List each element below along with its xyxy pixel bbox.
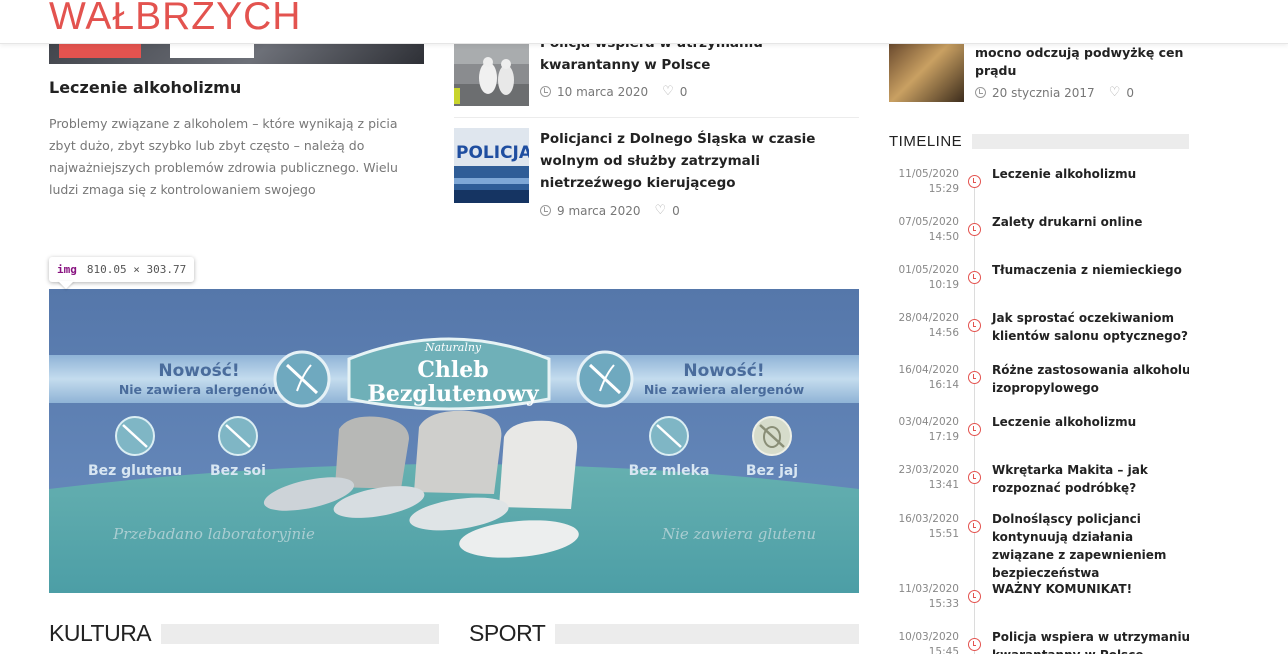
section-label[interactable]: SPORT xyxy=(469,620,546,647)
timeline-date: 03/04/2020 17:19 xyxy=(898,416,959,443)
news-meta: 10 marca 2020 ♡ 0 xyxy=(540,84,687,99)
clock-icon xyxy=(968,590,981,603)
timeline-date: 23/03/2020 13:41 xyxy=(898,464,959,491)
news-likes: 0 xyxy=(679,84,688,99)
category-tag[interactable] xyxy=(59,44,141,58)
banner-footer-right: Nie zawiera glutenu xyxy=(661,525,816,543)
gluten-free-bread-banner[interactable]: Naturalny Chleb Bezglutenowy Nowość! Nie… xyxy=(49,289,859,593)
news-meta: 9 marca 2020 ♡ 0 xyxy=(540,203,680,218)
timeline-date: 07/05/2020 14:50 xyxy=(898,216,959,243)
clock-icon xyxy=(540,205,551,216)
banner-artwork: Naturalny Chleb Bezglutenowy Nowość! Nie… xyxy=(49,289,859,593)
timeline-heading-label: TIMELINE xyxy=(889,133,963,150)
no-soy-label: Bez soi xyxy=(210,463,266,479)
site-logo[interactable]: WAŁBRZYCH xyxy=(49,0,301,42)
tooltip-tag: img xyxy=(57,263,77,276)
tooltip-dimensions: 810.05 × 303.77 xyxy=(86,263,187,276)
news-date: 10 marca 2020 xyxy=(557,84,649,99)
no-gluten-icon xyxy=(115,416,155,456)
timeline-heading: TIMELINE xyxy=(889,133,1189,150)
section-heading-kultura[interactable]: KULTURA xyxy=(49,620,439,647)
clock-icon xyxy=(968,175,981,188)
news-thumbnail[interactable] xyxy=(454,44,529,106)
timeline-title[interactable]: Dolnośląscy policjanci kontynuują działa… xyxy=(992,510,1189,582)
site-header: WAŁBRZYCH xyxy=(0,0,1288,44)
badge-line2: Bezglutenowy xyxy=(367,381,540,407)
timeline-title[interactable]: Policja wspiera w utrzymaniu kwarantanny… xyxy=(992,628,1189,654)
timeline-list: 11/05/2020 15:29 Leczenie alkoholizmu 07/… xyxy=(889,160,1189,654)
gluten-free-seal-icon xyxy=(576,350,634,408)
badge-line1: Chleb xyxy=(417,357,488,383)
timeline-date: 11/03/2020 15:33 xyxy=(898,583,959,610)
clock-icon xyxy=(968,223,981,236)
clock-icon xyxy=(968,423,981,436)
sidebar-article-meta: 20 stycznia 2017 ♡ 0 xyxy=(975,85,1134,100)
no-eggs-icon xyxy=(752,416,792,456)
clock-icon xyxy=(975,87,986,98)
heading-bar xyxy=(161,623,439,644)
timeline-title[interactable]: Leczenie alkoholizmu xyxy=(992,413,1189,431)
featured-excerpt: Problemy związane z alkoholem – które wy… xyxy=(49,116,398,197)
news-divider xyxy=(454,117,859,118)
no-milk-icon xyxy=(649,416,689,456)
timeline-date: 11/05/2020 15:29 xyxy=(898,168,959,195)
heart-icon[interactable]: ♡ xyxy=(1109,85,1121,100)
heart-icon[interactable]: ♡ xyxy=(654,203,666,218)
page: Leczenie alkoholizmu Problemy związane z… xyxy=(0,0,1288,654)
no-eggs-label: Bez jaj xyxy=(746,463,798,479)
sidebar-article-date: 20 stycznia 2017 xyxy=(992,85,1095,100)
timeline-date: 16/04/2020 16:14 xyxy=(898,364,959,391)
timeline-title[interactable]: Tłumaczenia z niemieckiego xyxy=(992,261,1189,279)
timeline-title[interactable]: WAŻNY KOMUNIKAT! xyxy=(992,580,1189,598)
timeline-date: 01/05/2020 10:19 xyxy=(898,264,959,291)
right-headline: Nowość! xyxy=(683,361,764,381)
clock-icon xyxy=(968,319,981,332)
tooltip-arrow xyxy=(58,281,74,289)
section-label[interactable]: KULTURA xyxy=(49,620,152,647)
heading-bar xyxy=(972,134,1189,149)
right-subheadline: Nie zawiera alergenów xyxy=(644,382,805,397)
heart-icon[interactable]: ♡ xyxy=(662,84,674,99)
clock-icon xyxy=(968,638,981,651)
timeline-line xyxy=(974,182,975,654)
sidebar-thumbnail[interactable] xyxy=(889,44,964,102)
news-title[interactable]: Policjanci z Dolnego Śląska w czasie wol… xyxy=(540,128,860,194)
timeline-date: 16/03/2020 15:51 xyxy=(898,513,959,540)
timeline-date: 28/04/2020 14:56 xyxy=(898,312,959,339)
clock-icon xyxy=(968,371,981,384)
left-headline: Nowość! xyxy=(158,361,239,381)
timeline-title[interactable]: Leczenie alkoholizmu xyxy=(992,165,1189,183)
news-item[interactable]: POLICJA Policjanci z Dolnego Śląska w cz… xyxy=(454,128,859,228)
no-soy-icon xyxy=(218,416,258,456)
no-gluten-label: Bez glutenu xyxy=(88,463,182,479)
category-tag-secondary[interactable] xyxy=(170,44,254,58)
banner-footer-left: Przebadano laboratoryjnie xyxy=(112,525,315,543)
timeline-title[interactable]: Wkrętarka Makita – jak rozpoznać podróbk… xyxy=(992,461,1189,497)
featured-title[interactable]: Leczenie alkoholizmu xyxy=(49,78,429,97)
sidebar-article-title[interactable]: mocno odczują podwyżkę cen prądu xyxy=(975,44,1185,80)
clock-icon xyxy=(540,86,551,97)
no-milk-label: Bez mleka xyxy=(629,463,710,479)
clock-icon xyxy=(968,271,981,284)
timeline-date: 10/03/2020 15:45 xyxy=(898,631,959,654)
devtools-inspect-tooltip: img 810.05 × 303.77 xyxy=(49,257,195,282)
clock-icon xyxy=(968,471,981,484)
news-date: 9 marca 2020 xyxy=(557,203,641,218)
left-subheadline: Nie zawiera alergenów xyxy=(119,382,280,397)
clock-icon xyxy=(968,520,981,533)
timeline-title[interactable]: Zalety drukarni online xyxy=(992,213,1189,231)
police-car-text: POLICJA xyxy=(456,143,529,163)
news-thumbnail[interactable]: POLICJA xyxy=(454,128,529,203)
heading-bar xyxy=(555,623,859,644)
timeline-title[interactable]: Różne zastosowania alkoholu izopropylowe… xyxy=(992,361,1189,397)
gluten-free-seal-icon xyxy=(273,350,331,408)
badge-top-text: Naturalny xyxy=(424,341,482,354)
news-likes: 0 xyxy=(672,203,680,218)
sidebar-article-likes: 0 xyxy=(1126,85,1134,100)
section-heading-sport[interactable]: SPORT xyxy=(469,620,859,647)
timeline-title[interactable]: Jak sprostać oczekiwaniom klientów salon… xyxy=(992,309,1189,345)
